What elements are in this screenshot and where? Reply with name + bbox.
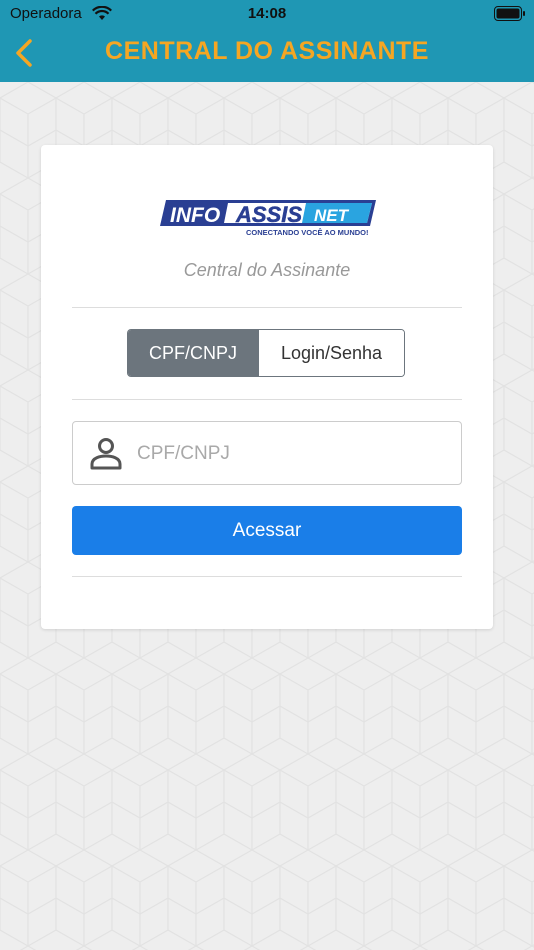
app-header: Operadora 14:08 CENTRAL DO ASSINANTE <box>0 0 534 82</box>
svg-text:NET: NET <box>314 206 350 225</box>
page-title: CENTRAL DO ASSINANTE <box>105 37 429 65</box>
divider <box>72 307 462 308</box>
status-time: 14:08 <box>247 5 287 22</box>
battery-icon <box>494 6 526 26</box>
divider <box>72 576 462 577</box>
svg-text:CONECTANDO VOCÊ AO MUNDO!: CONECTANDO VOCÊ AO MUNDO! <box>246 228 369 237</box>
tab-cpf-cnpj[interactable]: CPF/CNPJ <box>128 330 258 376</box>
card-subtitle: Central do Assinante <box>183 260 351 280</box>
divider <box>72 399 462 400</box>
login-type-toggle: CPF/CNPJ Login/Senha <box>127 329 405 377</box>
login-card: INFO ASSIS NET CONECTANDO VOCÊ AO MUNDO!… <box>41 145 493 629</box>
svg-text:ASSIS: ASSIS <box>235 202 302 227</box>
company-logo: INFO ASSIS NET CONECTANDO VOCÊ AO MUNDO! <box>158 197 378 244</box>
cpf-cnpj-input[interactable] <box>135 432 449 476</box>
cpf-cnpj-field <box>72 421 462 485</box>
person-icon <box>89 436 123 475</box>
status-bar: Operadora 14:08 <box>0 0 534 28</box>
tab-login-senha[interactable]: Login/Senha <box>258 330 404 376</box>
access-button[interactable]: Acessar <box>72 506 462 555</box>
svg-text:INFO: INFO <box>170 204 220 227</box>
